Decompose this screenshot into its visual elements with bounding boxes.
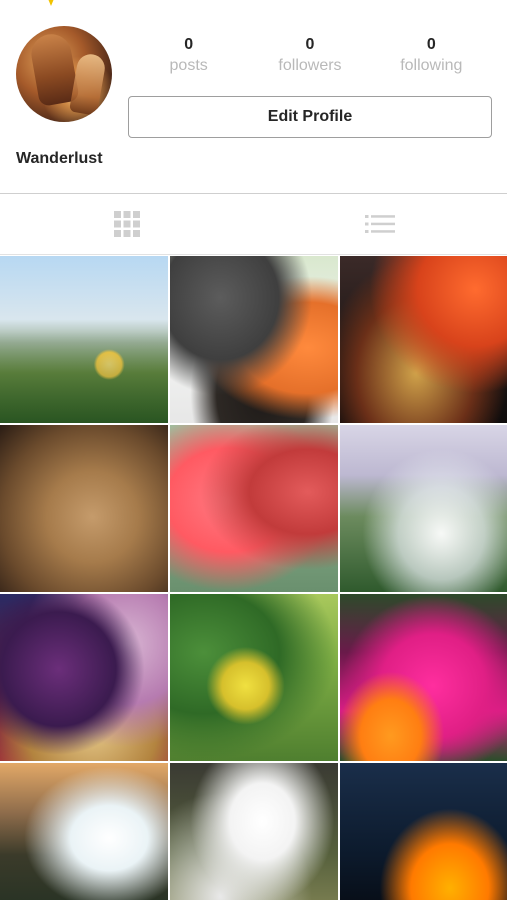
posts-count: 0 [184, 36, 194, 53]
photo-tile[interactable] [340, 256, 507, 423]
photo-tile[interactable] [340, 594, 507, 761]
tab-list[interactable] [254, 194, 507, 254]
followers-count: 0 [305, 36, 315, 53]
photo-tile[interactable] [170, 256, 338, 423]
photo-tile[interactable] [0, 594, 168, 761]
photo-tile[interactable] [0, 425, 168, 592]
photo-tile[interactable] [340, 763, 507, 900]
following-label: following [400, 57, 463, 74]
photo-tile[interactable] [340, 425, 507, 592]
profile-username: Wanderlust [16, 150, 103, 167]
profile-stats: 0 posts 0 followers 0 following [128, 36, 492, 86]
posts-label: posts [169, 57, 208, 74]
tab-grid[interactable] [0, 194, 254, 254]
stat-following[interactable]: 0 following [371, 36, 492, 86]
photo-tile[interactable] [170, 425, 338, 592]
stat-posts[interactable]: 0 posts [128, 36, 249, 86]
profile-tabs [0, 193, 507, 255]
top-highlight-icon [48, 0, 54, 6]
photo-grid [0, 256, 507, 900]
photo-tile[interactable] [0, 763, 168, 900]
profile-avatar[interactable] [16, 26, 112, 122]
following-count: 0 [426, 36, 436, 53]
photo-tile[interactable] [170, 763, 338, 900]
stat-followers[interactable]: 0 followers [249, 36, 370, 86]
list-icon [365, 215, 396, 233]
photo-tile[interactable] [170, 594, 338, 761]
followers-label: followers [278, 57, 342, 74]
grid-icon [113, 211, 140, 237]
edit-profile-button[interactable]: Edit Profile [128, 96, 492, 138]
photo-tile[interactable] [0, 256, 168, 423]
